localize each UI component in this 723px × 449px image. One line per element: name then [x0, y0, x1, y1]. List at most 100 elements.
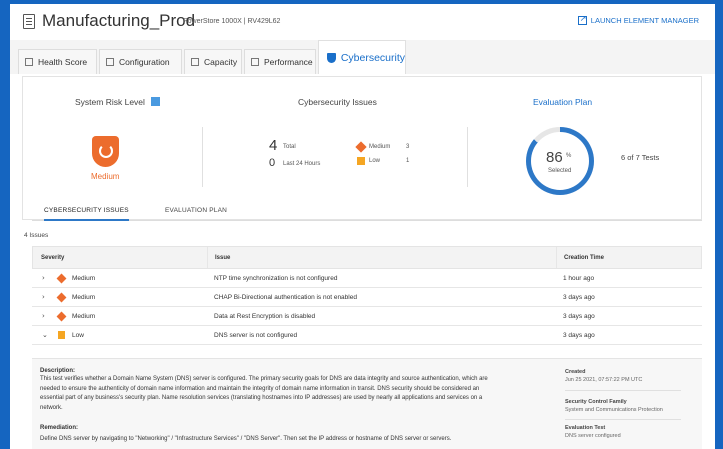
severity-cell: Low: [72, 332, 84, 339]
total-issues-label: Total: [283, 144, 296, 150]
evaluation-progress-ring: 86 % Selected: [526, 127, 594, 195]
severity-cell: Medium: [72, 313, 96, 320]
column-divider[interactable]: [556, 247, 557, 268]
column-header-severity[interactable]: Severity: [41, 255, 64, 261]
issue-detail-panel: Description: This test verifies whether …: [32, 358, 702, 449]
tab-label: Health Score: [38, 57, 88, 67]
expand-chevron-icon[interactable]: ›: [42, 293, 45, 301]
column-divider[interactable]: [701, 247, 702, 268]
system-risk-level-label: System Risk Level: [75, 97, 145, 107]
tab-evaluation-plan[interactable]: EVALUATION PLAN: [165, 207, 227, 214]
main-frame: Manufacturing_Prod PowerStore 1000X | RV…: [10, 4, 715, 449]
divider: [467, 127, 468, 187]
collapse-chevron-icon[interactable]: ⌄: [42, 331, 48, 339]
issues-count: 4 Issues: [24, 232, 49, 239]
evaluation-percent-label: Selected: [548, 168, 572, 174]
remediation-text: Define DNS server by navigating to "Netw…: [40, 436, 452, 442]
tab-label: Cybersecurity: [340, 51, 405, 64]
info-icon[interactable]: [150, 97, 160, 106]
tab-health-score[interactable]: Health Score: [18, 49, 97, 74]
tab-performance[interactable]: Performance: [244, 49, 316, 74]
performance-icon: [251, 58, 259, 66]
system-risk-level-title: System Risk Level: [75, 97, 160, 107]
tab-cybersecurity-issues[interactable]: CYBERSECURITY ISSUES: [44, 207, 129, 221]
medium-severity-count: 3: [406, 144, 410, 150]
divider: [565, 419, 681, 420]
last-24-hours-count: 0: [269, 157, 276, 169]
table-row[interactable]: › Medium CHAP Bi-Directional authenticat…: [32, 288, 702, 307]
security-control-family-value: System and Communications Protection: [565, 407, 663, 413]
description-heading: Description:: [40, 368, 76, 374]
page-header: Manufacturing_Prod PowerStore 1000X | RV…: [10, 4, 715, 38]
external-link-icon: [577, 14, 587, 25]
expand-chevron-icon[interactable]: ›: [42, 274, 45, 282]
description-line: network.: [40, 404, 63, 411]
issue-cell: CHAP Bi-Directional authentication is no…: [214, 294, 357, 301]
low-severity-label: Low: [369, 158, 381, 164]
medium-severity-label: Medium: [369, 144, 391, 150]
system-model-subtitle: PowerStore 1000X | RV429L62: [183, 18, 281, 25]
total-issues-count: 4: [269, 137, 278, 154]
tab-bar: Health Score Configuration Capacity Perf…: [10, 40, 715, 74]
column-header-issue[interactable]: Issue: [215, 255, 230, 261]
system-icon: [23, 14, 35, 29]
medium-severity-icon: [56, 273, 67, 284]
medium-severity-icon: [355, 141, 367, 153]
issues-table: Severity Issue Creation Time › Medium NT…: [32, 246, 702, 345]
description-line: This test verifies whether a Domain Name…: [40, 376, 488, 382]
divider: [565, 390, 681, 391]
low-severity-icon: [357, 157, 365, 165]
table-row[interactable]: › Medium Data at Rest Encryption is disa…: [32, 307, 702, 326]
tests-selected-text: 6 of 7 Tests: [621, 153, 660, 162]
severity-cell: Medium: [72, 275, 96, 282]
last-24-hours-label: Last 24 Hours: [283, 161, 321, 167]
risk-shield-icon: [92, 136, 119, 167]
tab-label: Performance: [264, 57, 313, 67]
divider: [202, 127, 203, 187]
evaluation-plan-link[interactable]: Evaluation Plan: [533, 97, 592, 107]
severity-cell: Medium: [72, 294, 96, 301]
medium-severity-icon: [56, 311, 67, 322]
issue-cell: NTP time synchronization is not configur…: [214, 275, 338, 282]
page-title: Manufacturing_Prod: [42, 11, 196, 30]
launch-element-manager-link[interactable]: LAUNCH ELEMENT MANAGER: [577, 14, 699, 25]
evaluation-percent-value: 86: [546, 149, 563, 166]
expand-chevron-icon[interactable]: ›: [42, 312, 45, 320]
low-severity-icon: [58, 331, 65, 339]
tab-cybersecurity[interactable]: Cybersecurity: [318, 40, 406, 74]
shield-icon: [327, 52, 336, 63]
description-line: needed to ensure the authenticity of dom…: [40, 385, 480, 392]
column-divider[interactable]: [207, 247, 208, 268]
creation-time-cell: 3 days ago: [563, 313, 595, 320]
creation-time-cell: 3 days ago: [563, 332, 595, 339]
health-score-icon: [25, 58, 33, 66]
issue-cell: Data at Rest Encryption is disabled: [214, 313, 316, 320]
table-row-expanded[interactable]: ⌄ Low DNS server is not configured 3 day…: [32, 326, 702, 345]
cybersecurity-summary-panel: System Risk Level Medium Cybersecurity I…: [22, 76, 702, 220]
tab-capacity[interactable]: Capacity: [184, 49, 242, 74]
table-row[interactable]: › Medium NTP time synchronization is not…: [32, 269, 702, 288]
column-header-creation-time[interactable]: Creation Time: [564, 255, 604, 261]
issue-cell: DNS server is not configured: [214, 332, 298, 339]
tab-configuration[interactable]: Configuration: [99, 49, 182, 74]
issues-subtab-bar: CYBERSECURITY ISSUES EVALUATION PLAN: [32, 203, 702, 221]
evaluation-test-label: Evaluation Test: [565, 425, 606, 431]
launch-element-manager-label: LAUNCH ELEMENT MANAGER: [590, 16, 699, 25]
evaluation-test-value: DNS server configured: [565, 433, 621, 439]
cybersecurity-issues-title: Cybersecurity Issues: [298, 97, 377, 107]
creation-time-cell: 1 hour ago: [563, 275, 595, 282]
medium-severity-icon: [56, 292, 67, 303]
table-header: Severity Issue Creation Time: [32, 246, 702, 269]
created-label: Created: [565, 369, 586, 375]
tab-label: Configuration: [119, 57, 170, 67]
configuration-icon: [106, 58, 114, 66]
tab-label: Capacity: [204, 57, 238, 67]
low-severity-count: 1: [406, 158, 410, 164]
ring-center: 86 % Selected: [531, 132, 589, 190]
remediation-heading: Remediation:: [40, 425, 79, 431]
security-control-family-label: Security Control Family: [565, 399, 627, 405]
creation-time-cell: 3 days ago: [563, 294, 595, 301]
evaluation-percent-unit: %: [566, 153, 572, 159]
description-line: essential part of any business's securit…: [40, 395, 483, 401]
risk-level-value: Medium: [91, 172, 120, 181]
